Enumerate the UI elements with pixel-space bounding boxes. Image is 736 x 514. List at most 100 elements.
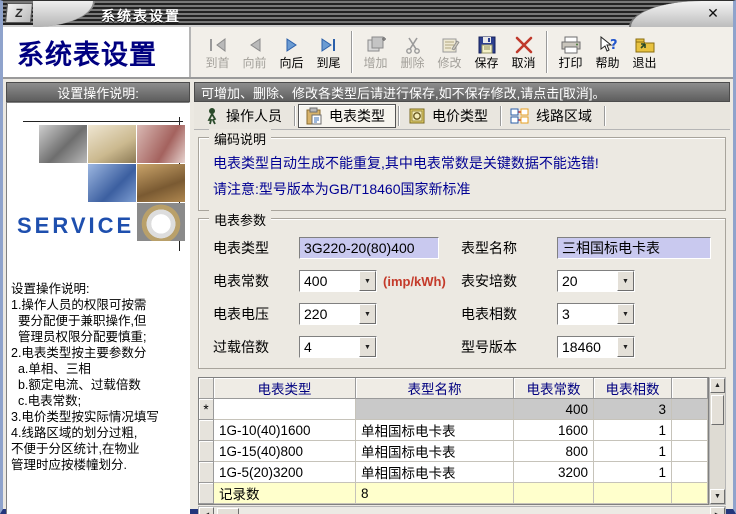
chevron-down-icon[interactable]: ▼ [617, 337, 634, 357]
scroll-right-icon[interactable]: ▶ [710, 507, 725, 514]
price-book-icon [408, 107, 426, 125]
cell[interactable]: 单相国标电卡表 [356, 441, 514, 462]
close-icon[interactable]: ✕ [703, 4, 723, 22]
scroll-down-icon[interactable]: ▼ [710, 489, 725, 504]
tab-meter-type[interactable]: 电表类型 [298, 103, 396, 128]
person-icon [204, 107, 220, 125]
tab-price-type[interactable]: 电价类型 [402, 104, 498, 128]
cancel-button[interactable]: 取消 [505, 29, 542, 75]
coding-note-line1: 电表类型自动生成不能重复,其中电表常数是关键数据不能选错! [213, 155, 599, 171]
table-row[interactable]: 1G-15(40)800 单相国标电卡表 800 1 [199, 441, 708, 462]
vertical-scrollbar[interactable]: ▲ ▼ [709, 377, 726, 505]
col-header-model-name[interactable]: 表型名称 [356, 378, 514, 399]
horizontal-scroll-thumb[interactable] [217, 508, 239, 514]
cell[interactable]: 1G-10(40)1600 [214, 420, 356, 441]
add-button[interactable]: 增加 [357, 29, 394, 75]
cell[interactable]: 单相国标电卡表 [356, 420, 514, 441]
col-header-filler [672, 378, 708, 399]
exit-folder-icon [633, 34, 657, 56]
meter-params-group: 电表参数 电表类型 3G220-20(80)400 表型名称 三相国标电卡表 电… [198, 210, 726, 369]
sidebar-header: 设置操作说明: [6, 82, 190, 102]
coding-note-line2: 请注意:型号版本为GB/T18460国家新标准 [213, 181, 471, 197]
photo-tile-tools [137, 125, 185, 163]
col-header-meter-type[interactable]: 电表类型 [214, 378, 356, 399]
cell[interactable]: 800 [514, 441, 594, 462]
table-row[interactable]: 1G-5(20)3200 单相国标电卡表 3200 1 [199, 462, 708, 483]
record-count-label: 记录数 [214, 483, 356, 504]
collage-line [23, 121, 183, 122]
photo-tile-books [137, 164, 185, 202]
tab-operators[interactable]: 操作人员 [198, 104, 292, 128]
instructions-text: 设置操作说明: 1.操作人员的权限可按需 要分配便于兼职操作,但 管理员权限分配… [11, 282, 159, 472]
main-panel: 可增加、删除、修改各类型后请进行保存,如不保存修改,请点击[取消]。 操作人员 … [194, 82, 730, 514]
table-row-new[interactable]: * 400 3 [199, 399, 708, 420]
floppy-disk-icon [475, 34, 499, 56]
cell[interactable]: 1G-5(20)3200 [214, 462, 356, 483]
chevron-down-icon[interactable]: ▼ [617, 304, 634, 324]
cell[interactable]: 单相国标电卡表 [356, 462, 514, 483]
table-header-row: 电表类型 表型名称 电表常数 电表相数 [199, 378, 708, 399]
chevron-down-icon[interactable]: ▼ [617, 271, 634, 291]
model-name-field[interactable]: 三相国标电卡表 [557, 237, 711, 259]
prev-record-button[interactable]: 向前 [236, 29, 273, 75]
field-label-phases: 电表相数 [461, 306, 517, 322]
col-header-phases[interactable]: 电表相数 [594, 378, 672, 399]
vertical-scroll-thumb[interactable] [711, 395, 724, 425]
cell[interactable] [356, 399, 514, 420]
phases-select[interactable]: 3 ▼ [557, 303, 635, 325]
modify-button[interactable]: 修改 [431, 29, 468, 75]
field-label-meter-constant: 电表常数 [213, 273, 269, 289]
col-header-meter-constant[interactable]: 电表常数 [514, 378, 594, 399]
delete-button[interactable]: 删除 [394, 29, 431, 75]
edit-note-icon [438, 34, 462, 56]
cell[interactable]: 3200 [514, 462, 594, 483]
cell[interactable]: 1 [594, 441, 672, 462]
content-area: 设置操作说明: SERVICE 设置操作说明: 1.操作人员的权限可按需 要分配… [3, 79, 733, 514]
table-row[interactable]: 1G-10(40)1600 单相国标电卡表 1600 1 [199, 420, 708, 441]
save-button[interactable]: 保存 [468, 29, 505, 75]
scroll-left-icon[interactable]: ◀ [199, 507, 214, 514]
photo-tile-watch [137, 203, 185, 241]
next-record-button[interactable]: 向后 [273, 29, 310, 75]
meter-type-field[interactable]: 3G220-20(80)400 [299, 237, 439, 259]
tab-bar: 操作人员 电表类型 电价类型 线路区域 [194, 102, 730, 130]
tab-line-region[interactable]: 线路区域 [504, 104, 602, 128]
sidebar: 设置操作说明: SERVICE 设置操作说明: 1.操作人员的权限可按需 要分配… [6, 82, 190, 514]
cell[interactable]: 3 [594, 399, 672, 420]
red-x-icon [512, 34, 536, 56]
photo-tile-stapler [39, 125, 87, 163]
cell-filler [594, 483, 672, 504]
help-button[interactable]: ? 帮助 [589, 29, 626, 75]
add-record-icon [364, 34, 388, 56]
exit-button[interactable]: 退出 [626, 29, 663, 75]
voltage-select[interactable]: 220 ▼ [299, 303, 377, 325]
chevron-down-icon[interactable]: ▼ [359, 337, 376, 357]
chevron-down-icon[interactable]: ▼ [359, 304, 376, 324]
horizontal-scrollbar[interactable]: ◀ ▶ [198, 506, 726, 514]
cell[interactable] [214, 399, 356, 420]
cell[interactable]: 1 [594, 462, 672, 483]
cell[interactable]: 400 [514, 399, 594, 420]
model-version-select[interactable]: 18460 ▼ [557, 336, 635, 358]
print-button[interactable]: 打印 [552, 29, 589, 75]
meter-constant-select[interactable]: 400 ▼ [299, 270, 377, 292]
coding-notes-group: 编码说明 电表类型自动生成不能重复,其中电表常数是关键数据不能选错! 请注意:型… [198, 129, 726, 211]
app-title-panel: 系统表设置 [3, 27, 191, 77]
cell-filler [672, 441, 708, 462]
scroll-up-icon[interactable]: ▲ [710, 378, 725, 393]
overload-select[interactable]: 4 ▼ [299, 336, 377, 358]
sidebar-body: SERVICE 设置操作说明: 1.操作人员的权限可按需 要分配便于兼职操作,但… [6, 102, 190, 514]
amperage-select[interactable]: 20 ▼ [557, 270, 635, 292]
new-row-marker: * [199, 399, 214, 420]
cell[interactable]: 1600 [514, 420, 594, 441]
tab-separator [294, 105, 296, 126]
cell[interactable]: 1G-15(40)800 [214, 441, 356, 462]
window-title: 系统表设置 [101, 8, 181, 24]
tab-separator [500, 105, 502, 126]
field-label-amperage: 表安培数 [461, 273, 517, 289]
cell-filler [514, 483, 594, 504]
cell[interactable]: 1 [594, 420, 672, 441]
first-record-button[interactable]: 到首 [199, 29, 236, 75]
last-record-button[interactable]: 到尾 [310, 29, 347, 75]
chevron-down-icon[interactable]: ▼ [359, 271, 376, 291]
